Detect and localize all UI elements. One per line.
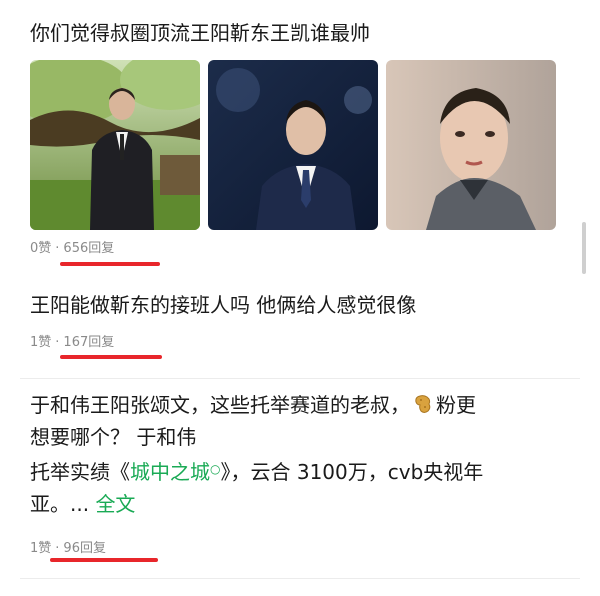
photo-3[interactable] — [386, 60, 556, 230]
highlight-underline — [50, 558, 158, 562]
highlight-underline — [60, 262, 160, 266]
post-body-line-4: 亚。... 全文 — [30, 489, 560, 519]
post-title[interactable]: 你们觉得叔圈顶流王阳靳东王凯谁最帅 — [30, 18, 560, 48]
movie-link[interactable]: 城中之城 — [130, 460, 210, 484]
post-body-line-3: 托举实绩《城中之城○》，云合 3100万，cvb央视年 — [30, 454, 560, 487]
reply-count[interactable]: 656回复 — [63, 241, 114, 256]
full-text-link[interactable]: 全文 — [95, 492, 135, 516]
post-2[interactable]: 王阳能做靳东的接班人吗 他俩给人感觉很像 — [30, 290, 560, 320]
like-count[interactable]: 1赞 — [30, 335, 51, 350]
peanut-icon — [415, 395, 431, 413]
post-text: 亚。... — [30, 492, 96, 516]
highlight-underline — [60, 355, 162, 359]
divider — [20, 578, 580, 579]
reply-count[interactable]: 96回复 — [63, 541, 106, 556]
post-body-line-2: 想要哪个？ 于和伟 — [30, 425, 197, 449]
meta-separator: · — [55, 335, 60, 350]
post-1[interactable]: 你们觉得叔圈顶流王阳靳东王凯谁最帅 — [30, 18, 560, 48]
like-count[interactable]: 1赞 — [30, 541, 51, 556]
meta-separator: · — [55, 541, 60, 556]
photo-1[interactable] — [30, 60, 200, 230]
search-icon[interactable]: ○ — [210, 462, 220, 476]
meta-separator: · — [55, 241, 60, 256]
reply-count[interactable]: 167回复 — [63, 335, 114, 350]
photo-2[interactable] — [208, 60, 378, 230]
post-text: 托举实绩《 — [30, 460, 130, 484]
post-text: 于和伟王阳张颂文，这些托举赛道的老叔， — [30, 393, 410, 417]
post-1-meta: 0赞 · 656回复 — [30, 240, 114, 258]
scrollbar[interactable] — [582, 222, 586, 274]
divider — [20, 378, 580, 379]
post-title[interactable]: 王阳能做靳东的接班人吗 他俩给人感觉很像 — [30, 290, 560, 320]
post-text: 粉更 — [436, 393, 476, 417]
post-3[interactable]: 于和伟王阳张颂文，这些托举赛道的老叔， 粉更 想要哪个？ 于和伟 托举实绩《城中… — [30, 390, 560, 519]
post-3-meta: 1赞 · 96回复 — [30, 540, 106, 558]
like-count[interactable]: 0赞 — [30, 241, 51, 256]
post-text: 》，云合 3100万，cvb央视年 — [220, 460, 484, 484]
post-2-meta: 1赞 · 167回复 — [30, 334, 114, 352]
post-body-line-1: 于和伟王阳张颂文，这些托举赛道的老叔， 粉更 — [30, 390, 560, 420]
image-gallery — [30, 60, 556, 230]
